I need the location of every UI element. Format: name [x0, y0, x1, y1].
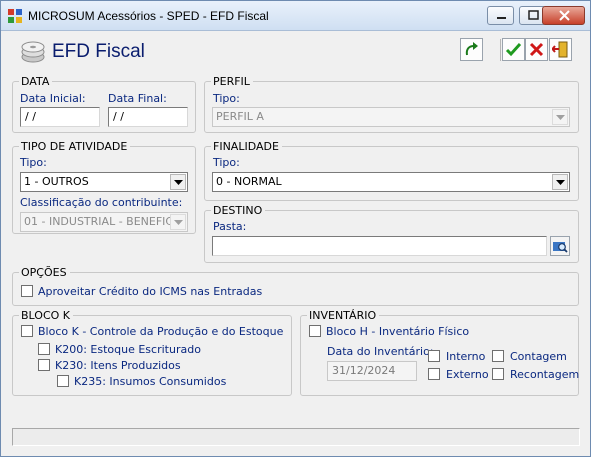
inventory-date-input: 31/12/2024 — [327, 361, 417, 381]
group-opcoes-legend: OPÇÕES — [19, 266, 70, 279]
check-icon — [505, 42, 522, 57]
pasta-label: Pasta: — [213, 220, 247, 233]
atividade-type-label: Tipo: — [20, 156, 47, 169]
form-header: EFD Fiscal — [12, 35, 580, 68]
k235-checkbox[interactable] — [57, 375, 69, 387]
group-finalidade-legend: FINALIDADE — [211, 140, 282, 153]
icms-checkbox[interactable] — [21, 285, 33, 297]
initial-date-input[interactable]: / / — [20, 107, 100, 127]
chevron-down-icon — [170, 214, 186, 230]
app-window: MICROSUM Acessórios - SPED - EFD Fiscal … — [0, 0, 591, 457]
title-bar[interactable]: MICROSUM Acessórios - SPED - EFD Fiscal — [1, 1, 590, 31]
atividade-type-value: 1 - OUTROS — [24, 175, 89, 188]
atividade-type-select[interactable]: 1 - OUTROS — [20, 172, 188, 192]
contagem-checkbox[interactable] — [492, 350, 504, 362]
minimize-button[interactable] — [487, 6, 514, 25]
recontagem-checkbox-label[interactable]: Recontagem — [510, 368, 579, 381]
chevron-down-icon[interactable] — [552, 174, 568, 190]
interno-checkbox[interactable] — [428, 350, 440, 362]
classificacao-value: 01 - INDUSTRIAL - BENEFICIA — [24, 215, 184, 228]
search-folder-icon — [553, 242, 568, 253]
perfil-type-value: PERFIL A — [216, 110, 264, 123]
classificacao-label: Classificação do contribuinte: — [20, 196, 183, 209]
final-date-input[interactable]: / / — [108, 107, 188, 127]
x-icon — [529, 42, 544, 57]
interno-checkbox-label[interactable]: Interno — [446, 350, 485, 363]
contagem-checkbox-label[interactable]: Contagem — [510, 350, 567, 363]
externo-checkbox-label[interactable]: Externo — [446, 368, 489, 381]
bloco-h-checkbox[interactable] — [309, 325, 321, 337]
finalidade-type-select[interactable]: 0 - NORMAL — [212, 172, 570, 192]
initial-date-label: Data Inicial: — [20, 92, 86, 105]
window-title: MICROSUM Acessórios - SPED - EFD Fiscal — [28, 9, 269, 23]
status-bar — [12, 428, 580, 446]
chevron-down-icon[interactable] — [170, 174, 186, 190]
k230-checkbox-label[interactable]: K230: Itens Produzidos — [55, 359, 181, 372]
k230-checkbox[interactable] — [38, 359, 50, 371]
close-icon — [559, 10, 570, 21]
redo-arrow-icon — [465, 42, 478, 56]
pasta-input[interactable] — [212, 236, 547, 256]
bloco-h-checkbox-label[interactable]: Bloco H - Inventário Físico — [326, 325, 469, 338]
disks-icon — [21, 41, 45, 63]
toolbar-separator — [500, 39, 501, 61]
app-icon — [8, 9, 22, 23]
classificacao-select: 01 - INDUSTRIAL - BENEFICIA — [20, 212, 188, 232]
perfil-type-label: Tipo: — [213, 92, 240, 105]
inventory-date-label: Data do Inventário: — [327, 345, 434, 358]
k235-checkbox-label[interactable]: K235: Insumos Consumidos — [74, 375, 226, 388]
group-atividade-legend: TIPO DE ATIVIDADE — [19, 140, 131, 153]
refresh-button[interactable] — [460, 38, 483, 61]
bloco-k-checkbox[interactable] — [21, 325, 33, 337]
finalidade-type-label: Tipo: — [213, 156, 240, 169]
perfil-type-select: PERFIL A — [212, 107, 570, 127]
recontagem-checkbox[interactable] — [492, 368, 504, 380]
bloco-k-checkbox-label[interactable]: Bloco K - Controle da Produção e do Esto… — [38, 325, 283, 338]
group-bloco-k-legend: BLOCO K — [19, 309, 73, 322]
confirm-button[interactable] — [502, 38, 525, 61]
externo-checkbox[interactable] — [428, 368, 440, 380]
exit-button[interactable] — [549, 38, 572, 61]
group-destino-legend: DESTINO — [211, 204, 266, 217]
minimize-icon — [497, 17, 506, 19]
k200-checkbox[interactable] — [38, 343, 50, 355]
k200-checkbox-label[interactable]: K200: Estoque Escriturado — [55, 343, 201, 356]
icms-checkbox-label[interactable]: Aproveitar Crédito do ICMS nas Entradas — [38, 285, 262, 298]
cancel-button[interactable] — [525, 38, 548, 61]
group-inventario-legend: INVENTÁRIO — [307, 309, 380, 322]
exit-door-icon — [552, 41, 568, 58]
final-date-label: Data Final: — [108, 92, 167, 105]
group-data-legend: DATA — [19, 75, 53, 88]
finalidade-type-value: 0 - NORMAL — [216, 175, 282, 188]
browse-folder-button[interactable] — [550, 236, 570, 256]
group-perfil-legend: PERFIL — [211, 75, 253, 88]
page-title: EFD Fiscal — [52, 41, 145, 62]
chevron-down-icon — [552, 109, 568, 125]
close-button[interactable] — [542, 6, 585, 25]
